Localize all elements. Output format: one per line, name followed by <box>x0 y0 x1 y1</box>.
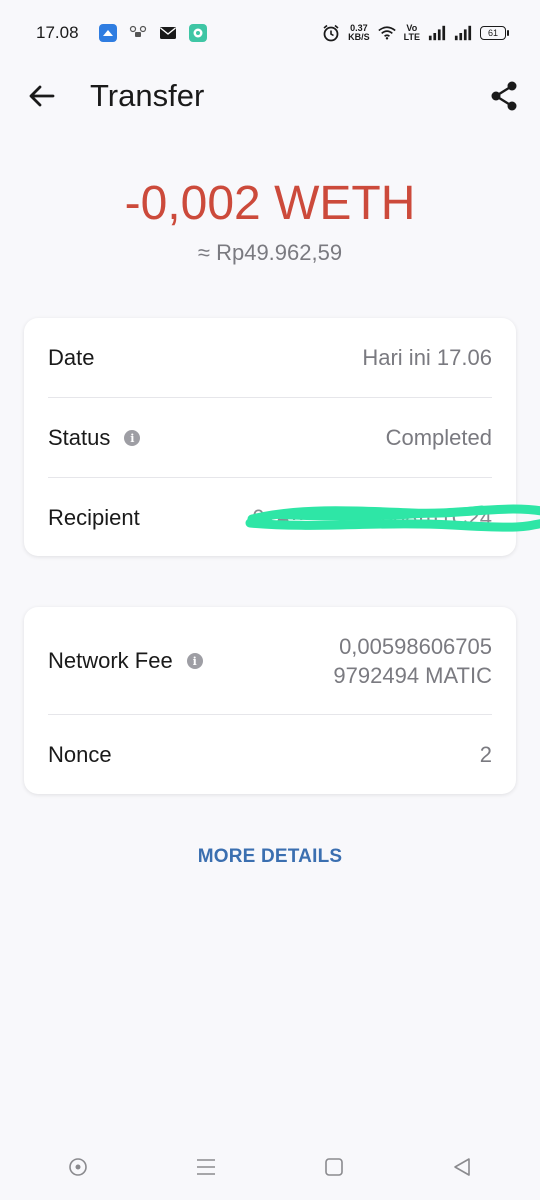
divider <box>48 477 492 478</box>
recents-button[interactable] <box>191 1152 221 1182</box>
home-button[interactable] <box>319 1152 349 1182</box>
info-icon[interactable]: i <box>124 430 141 446</box>
volte-indicator: Vo LTE <box>403 23 420 42</box>
home-icon <box>325 1158 343 1176</box>
network-fee-label: Network Fee <box>48 648 173 673</box>
recipient-label: Recipient <box>48 505 140 530</box>
details-card: Date Hari ini 17.06 Status i Completed R… <box>24 318 540 556</box>
status-label: Status <box>48 425 111 450</box>
status-value: Completed <box>385 425 492 450</box>
status-time: 17.08 <box>36 23 79 42</box>
share-button[interactable] <box>488 80 520 112</box>
recipient-row: Recipient 0xA··· ··· ···1b88···1C24 <box>48 500 540 536</box>
date-label: Date <box>48 345 95 370</box>
alarm-icon <box>322 24 340 42</box>
battery-indicator: 61 <box>480 26 509 40</box>
network-speed: 0.37 KB/S <box>348 23 370 42</box>
network-fee-row: Network Fee i 0,00598606705 9792494 MATI… <box>48 631 492 691</box>
system-back-button[interactable] <box>447 1152 477 1182</box>
app-bar: Transfer <box>0 66 540 128</box>
arrow-left-icon <box>29 85 55 107</box>
status-row: Status i Completed <box>48 420 492 456</box>
fiat-amount: ≈ Rp49.962,59 <box>197 240 343 265</box>
redaction-scribble <box>245 504 540 532</box>
app-icon <box>98 24 117 42</box>
wifi-icon <box>377 24 396 42</box>
divider <box>48 397 492 398</box>
nonce-row: Nonce 2 <box>48 737 492 773</box>
mail-icon <box>159 24 177 42</box>
status-bar: 17.08 0.37 KB/S Vo LTE 61 <box>0 0 540 66</box>
nonce-value: 2 <box>479 742 492 767</box>
assistant-icon <box>69 1158 87 1176</box>
fee-card: Network Fee i 0,00598606705 9792494 MATI… <box>24 607 516 794</box>
chat-icon <box>188 24 207 42</box>
date-row: Date Hari ini 17.06 <box>48 340 492 376</box>
date-value: Hari ini 17.06 <box>362 345 492 370</box>
nonce-label: Nonce <box>48 742 112 767</box>
share-icon <box>491 81 517 111</box>
signal-icon <box>454 24 472 42</box>
recipient-address[interactable]: 0xA··· ··· ···1b88···1C24 <box>245 504 540 532</box>
transfer-amount: -0,002 WETH <box>124 177 416 230</box>
status-label-wrap: Status i <box>48 425 141 451</box>
signal-icon <box>428 24 446 42</box>
more-details-button[interactable]: MORE DETAILS <box>0 846 540 868</box>
assistant-button[interactable] <box>63 1152 93 1182</box>
drone-icon <box>129 24 147 42</box>
divider <box>48 714 492 715</box>
navigation-bar <box>0 1134 540 1200</box>
back-button[interactable] <box>26 80 58 112</box>
network-fee-label-wrap: Network Fee i <box>48 648 203 674</box>
back-icon <box>454 1158 470 1176</box>
info-icon[interactable]: i <box>186 653 203 669</box>
network-fee-value: 0,00598606705 9792494 MATIC <box>333 634 492 688</box>
menu-icon <box>197 1159 215 1175</box>
page-title: Transfer <box>90 78 205 113</box>
